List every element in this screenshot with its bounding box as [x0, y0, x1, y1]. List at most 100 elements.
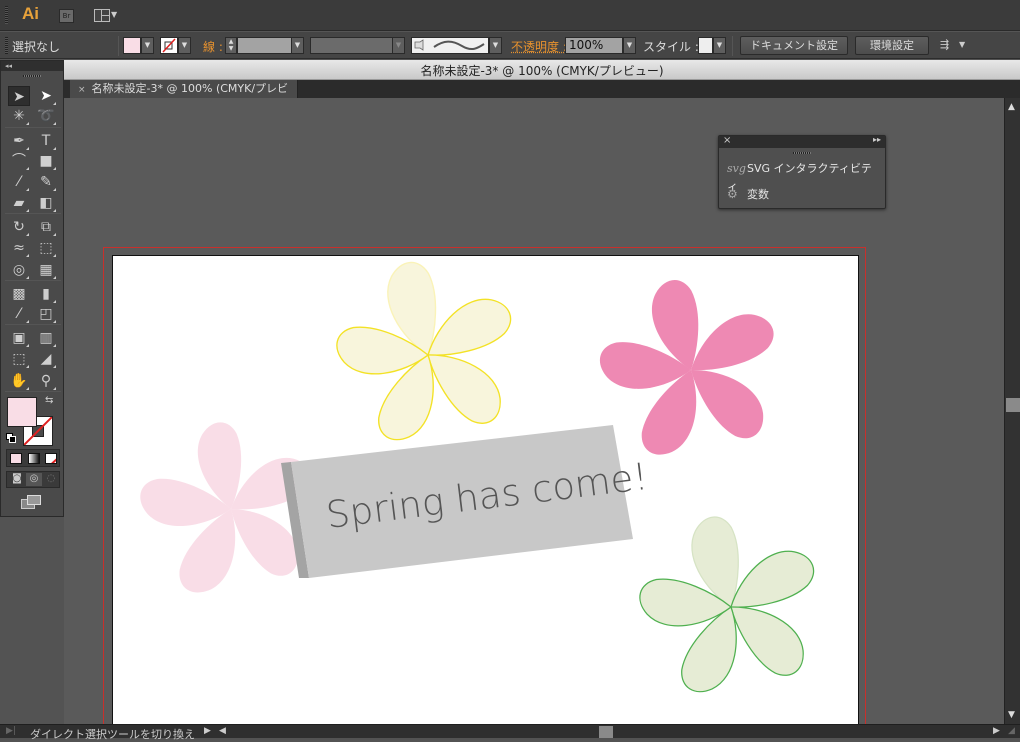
eraser-tool[interactable]: ◧ [35, 193, 57, 213]
green-flower[interactable] [635, 512, 822, 702]
gradient-tool[interactable]: ▮ [35, 284, 57, 304]
collapse-panel-icon[interactable]: ◂◂ [1, 61, 63, 71]
horizontal-scroll-thumb[interactable] [599, 726, 613, 738]
width-icon: ≈ [13, 240, 25, 256]
shape-builder-tool[interactable]: ◎ [8, 260, 30, 280]
brush-stroke-icon [414, 39, 485, 51]
eraser-icon: ◧ [39, 195, 53, 211]
spring-banner[interactable]: Spring has come! [281, 425, 650, 578]
document-tab[interactable]: ×名称未設定-3* @ 100% (CMYK/プレビュー) [70, 80, 298, 114]
vertical-scroll-thumb[interactable] [1006, 398, 1020, 412]
perspective-grid-tool[interactable]: ▦ [35, 260, 57, 280]
paintbrush-tool[interactable]: ⁄ [8, 172, 30, 192]
graphic-style-swatch[interactable] [698, 37, 713, 54]
brush-definition[interactable] [411, 37, 489, 54]
chevron-down-icon[interactable]: ▼ [111, 10, 117, 19]
arrange-documents-icon[interactable] [94, 9, 110, 22]
mesh-tool[interactable]: ▩ [8, 284, 30, 304]
panel-header[interactable]: × ▸▸ [719, 135, 885, 148]
scale-tool[interactable]: ⧉ [35, 217, 57, 237]
selection-tool[interactable]: ➤ [8, 86, 30, 106]
no-stroke-icon [162, 38, 176, 53]
color-mode-button[interactable] [10, 453, 22, 464]
draw-behind-icon[interactable]: ◎ [26, 473, 42, 486]
none-mode-button[interactable] [45, 453, 57, 464]
rotate-icon: ↻ [13, 219, 25, 235]
arc-icon: ⌒ [12, 153, 26, 169]
yellow-flower[interactable] [332, 258, 519, 450]
lasso-tool[interactable]: ➰ [35, 106, 57, 126]
rotate-tool[interactable]: ↻ [8, 217, 30, 237]
draw-normal-icon[interactable]: ◙ [9, 473, 25, 486]
pen-tool[interactable]: ✒ [8, 131, 30, 151]
opacity-input[interactable]: 100% [565, 37, 623, 54]
type-icon: T [41, 133, 51, 149]
grip-handle[interactable] [793, 152, 811, 154]
illustrator-logo: Ai [22, 4, 39, 23]
expand-panel-icon[interactable]: ▸▸ [873, 135, 881, 144]
variable-width-dropdown[interactable]: ▼ [392, 37, 405, 54]
free-transform-tool[interactable]: ⬚ [35, 238, 57, 258]
slice-tool[interactable]: ◢ [35, 349, 57, 369]
opacity-dropdown[interactable]: ▼ [623, 37, 636, 54]
close-icon[interactable]: × [723, 135, 731, 146]
direct-selection-tool[interactable]: ➤ [35, 86, 57, 106]
hand-tool[interactable]: ✋ [8, 371, 30, 391]
zoom-tool[interactable]: ⚲ [35, 371, 57, 391]
magic-wand-tool[interactable]: ✳ [8, 106, 30, 126]
blend-tool[interactable]: ◰ [35, 304, 57, 324]
vertical-scrollbar[interactable]: ▲ ▼ [1004, 98, 1020, 724]
screen-mode-icon[interactable] [21, 495, 43, 511]
blob-brush-tool[interactable]: ▰ [8, 193, 30, 213]
rectangle-tool[interactable]: ■ [35, 151, 57, 171]
scroll-up-arrow-icon[interactable]: ▲ [1008, 102, 1015, 112]
width-tool[interactable]: ≈ [8, 238, 30, 258]
eyedropper-tool[interactable]: ⁄ [8, 304, 30, 324]
grip-handle[interactable] [23, 75, 41, 77]
panel-menu-icon[interactable]: ⇶ [940, 38, 949, 51]
document-setup-button[interactable]: ドキュメント設定 [740, 36, 848, 55]
scroll-down-arrow-icon[interactable]: ▼ [1008, 710, 1015, 720]
fill-swatch[interactable] [123, 37, 141, 54]
pink-flower-strong[interactable] [596, 276, 781, 465]
artboard[interactable]: Spring has come! [112, 255, 859, 735]
brush-dropdown[interactable]: ▼ [489, 37, 502, 54]
column-graph-tool[interactable]: ▥ [35, 328, 57, 348]
chevron-down-icon[interactable]: ▼ [959, 40, 965, 49]
paintbrush-icon: ⁄ [17, 174, 21, 190]
status-text[interactable]: ダイレクト選択ツールを切り換え [30, 726, 195, 742]
stroke-weight-dropdown[interactable]: ▼ [291, 37, 304, 54]
arc-tool[interactable]: ⌒ [8, 151, 30, 171]
panel-item-svg-interactivity[interactable]: svgSVG インタラクティビティ [727, 160, 877, 193]
gradient-mode-button[interactable] [28, 453, 40, 464]
variable-width-profile[interactable] [310, 37, 393, 54]
symbol-sprayer-tool[interactable]: ▣ [8, 328, 30, 348]
stroke-label[interactable]: 線 : [203, 38, 223, 55]
swap-fill-stroke-icon[interactable]: ⇆ [45, 395, 53, 406]
first-artboard-icon[interactable]: ▶| [6, 726, 16, 736]
stroke-weight-stepper[interactable]: ▲ ▼ [225, 37, 237, 54]
fill-color-box[interactable] [7, 397, 37, 427]
stroke-swatch[interactable] [160, 37, 178, 54]
close-icon[interactable]: × [78, 85, 86, 95]
draw-inside-icon[interactable]: ◌ [43, 473, 59, 486]
status-menu-arrow-icon[interactable]: ▶ [204, 726, 211, 736]
stroke-weight-input[interactable] [237, 37, 292, 54]
application-bar: Ai Br ▼ [0, 0, 1020, 31]
grip-handle[interactable] [5, 6, 8, 24]
preferences-button[interactable]: 環境設定 [855, 36, 929, 55]
stroke-dropdown[interactable]: ▼ [178, 37, 191, 54]
scroll-right-arrow-icon[interactable]: ▶ [993, 726, 1000, 736]
resize-grip-icon[interactable]: ◢ [1008, 726, 1015, 736]
panel-item-variables[interactable]: ⚙ 変数 [727, 185, 877, 203]
bridge-button[interactable]: Br [59, 9, 74, 23]
fill-dropdown[interactable]: ▼ [141, 37, 154, 54]
type-tool[interactable]: T [35, 131, 57, 151]
default-colors-icon[interactable] [6, 433, 16, 443]
artboard-tool[interactable]: ⬚ [8, 349, 30, 369]
pencil-tool[interactable]: ✎ [35, 172, 57, 192]
opacity-label[interactable]: 不透明度 : [511, 38, 567, 55]
grip-handle[interactable] [5, 37, 8, 54]
graphic-style-dropdown[interactable]: ▼ [713, 37, 726, 54]
zoom-icon: ⚲ [40, 373, 52, 389]
